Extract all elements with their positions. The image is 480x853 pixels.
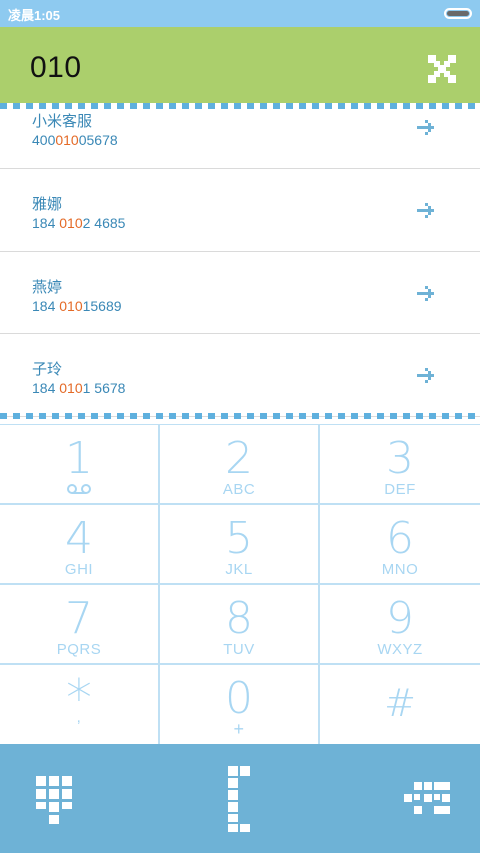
- key-letters: WXYZ: [377, 641, 423, 658]
- number-match: 010: [59, 380, 83, 396]
- number-suffix: 05678: [78, 132, 118, 148]
- close-icon[interactable]: [428, 55, 456, 83]
- contact-row[interactable]: 子玲 184 0101 5678: [0, 334, 480, 417]
- battery-icon: [444, 8, 472, 19]
- phone-call-icon[interactable]: [228, 766, 252, 832]
- key-digit: 9: [386, 593, 414, 644]
- key-5[interactable]: 5 JKL: [160, 505, 320, 585]
- key-letters: PQRS: [56, 641, 102, 658]
- key-4[interactable]: 4 GHI: [0, 505, 160, 585]
- contact-number: 40001005678: [32, 132, 118, 148]
- key-2[interactable]: 2 ABC: [160, 425, 320, 505]
- key-digit: 6: [386, 513, 414, 564]
- key-letters: TUV: [223, 641, 255, 658]
- key-digit: 4: [65, 513, 93, 564]
- contact-number: 184 01015689: [32, 298, 122, 314]
- bottom-action-bar: [0, 744, 480, 853]
- divider-top: [0, 103, 480, 109]
- key-7[interactable]: 7 PQRS: [0, 585, 160, 665]
- contact-name: 燕婷: [32, 277, 63, 296]
- key-hash[interactable]: #: [320, 665, 480, 745]
- key-letters: JKL: [225, 561, 253, 578]
- key-letters: MNO: [381, 561, 419, 578]
- key-0[interactable]: 0 +: [160, 665, 320, 745]
- key-letters: ABC: [222, 481, 256, 498]
- number-prefix: 184: [32, 297, 60, 314]
- keypad-toggle-icon[interactable]: [36, 776, 74, 824]
- key-letters: +: [233, 719, 245, 739]
- status-time: 凌晨1:05: [8, 8, 61, 23]
- key-letters: DEF: [384, 481, 416, 498]
- key-digit: 7: [65, 593, 93, 644]
- call-arrow-icon[interactable]: [417, 203, 437, 219]
- number-prefix: 184: [32, 380, 60, 396]
- number-prefix: 400: [32, 132, 56, 148]
- backspace-icon[interactable]: [402, 782, 450, 816]
- call-arrow-icon[interactable]: [417, 285, 437, 302]
- call-arrow-icon[interactable]: [417, 120, 437, 136]
- dial-keypad: 1 2 ABC 3 DEF 4 GHI 5 JKL 6 MNO 7 PQRS 8…: [0, 424, 480, 745]
- dialed-number[interactable]: 010: [30, 51, 82, 85]
- key-digit: 1: [65, 433, 93, 484]
- number-suffix: 15689: [82, 297, 122, 314]
- key-3[interactable]: 3 DEF: [320, 425, 480, 505]
- key-star[interactable]: * ,: [0, 665, 160, 745]
- contact-row[interactable]: 燕婷 184 01015689: [0, 252, 480, 334]
- key-8[interactable]: 8 TUV: [160, 585, 320, 665]
- divider-bottom: [0, 413, 480, 419]
- contact-number: 184 0102 4685: [32, 215, 125, 231]
- key-digit: 2: [225, 433, 253, 484]
- contact-name: 雅娜: [32, 195, 63, 213]
- key-9[interactable]: 9 WXYZ: [320, 585, 480, 665]
- contact-results-list: 小米客服 40001005678 雅娜 184 0102 4685 燕婷 184…: [0, 103, 480, 417]
- number-prefix: 184: [32, 215, 60, 231]
- key-1[interactable]: 1: [0, 425, 160, 505]
- key-digit: 0: [225, 673, 253, 724]
- number-suffix: 2 4685: [82, 215, 126, 231]
- number-match: 010: [55, 132, 79, 148]
- contact-name: 子玲: [32, 360, 63, 378]
- call-arrow-icon[interactable]: [417, 368, 437, 384]
- key-letters: GHI: [64, 561, 94, 578]
- contact-number: 184 0101 5678: [32, 380, 125, 396]
- contact-name: 小米客服: [32, 112, 93, 130]
- status-bar: 凌晨1:05: [0, 0, 480, 27]
- dial-header: 010: [0, 27, 480, 103]
- number-match: 010: [59, 215, 83, 231]
- voicemail-icon: [67, 484, 91, 494]
- key-digit: #: [384, 681, 416, 725]
- key-letters: ,: [76, 709, 82, 726]
- key-6[interactable]: 6 MNO: [320, 505, 480, 585]
- key-digit: 3: [386, 433, 414, 484]
- contact-row[interactable]: 小米客服 40001005678: [0, 103, 480, 169]
- contact-row[interactable]: 雅娜 184 0102 4685: [0, 169, 480, 252]
- key-digit: 5: [225, 513, 253, 564]
- number-suffix: 1 5678: [82, 380, 126, 396]
- key-digit: 8: [225, 593, 253, 644]
- number-match: 010: [59, 297, 83, 314]
